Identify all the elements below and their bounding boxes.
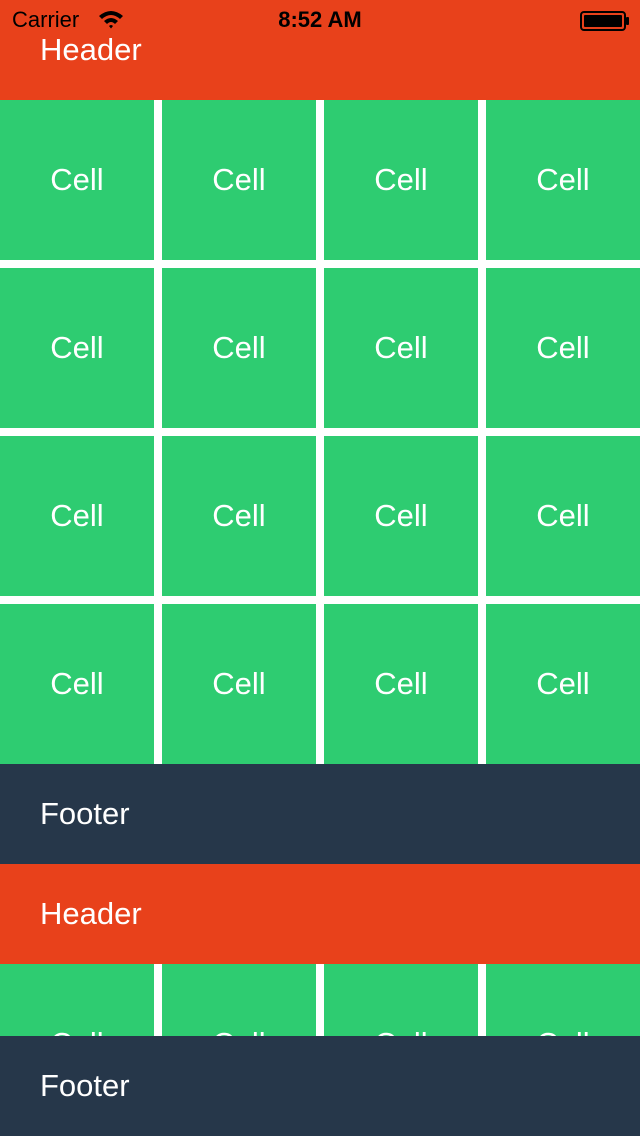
status-bar: Carrier 8:52 AM	[0, 0, 640, 40]
grid-cell[interactable]: Cell	[486, 436, 640, 596]
grid-cell[interactable]: Cell	[486, 268, 640, 428]
grid-cell[interactable]: Cell	[162, 268, 316, 428]
section-footer-label: Footer	[40, 1068, 130, 1103]
grid-cell[interactable]: Cell	[0, 604, 154, 764]
section-footer: Footer	[0, 1036, 640, 1136]
section-footer-label: Footer	[40, 796, 130, 831]
grid-cell[interactable]: Cell	[162, 100, 316, 260]
grid-cell[interactable]: Cell	[486, 100, 640, 260]
section-footer: Footer	[0, 764, 640, 864]
grid-cell[interactable]: Cell	[324, 100, 478, 260]
grid-cell[interactable]: Cell	[0, 100, 154, 260]
cell-grid: Cell Cell Cell Cell Cell Cell Cell Cell …	[0, 100, 640, 764]
grid-cell[interactable]: Cell	[0, 268, 154, 428]
grid-cell[interactable]: Cell	[486, 604, 640, 764]
grid-cell[interactable]: Cell	[162, 604, 316, 764]
grid-cell[interactable]: Cell	[324, 268, 478, 428]
grid-cell[interactable]: Cell	[0, 436, 154, 596]
grid-cell[interactable]: Cell	[324, 604, 478, 764]
grid-cell[interactable]: Cell	[162, 436, 316, 596]
battery-icon	[580, 11, 630, 37]
section-header-label: Header	[40, 896, 142, 931]
grid-cell[interactable]: Cell	[324, 436, 478, 596]
status-time: 8:52 AM	[278, 7, 362, 32]
section-header: Header	[0, 864, 640, 964]
